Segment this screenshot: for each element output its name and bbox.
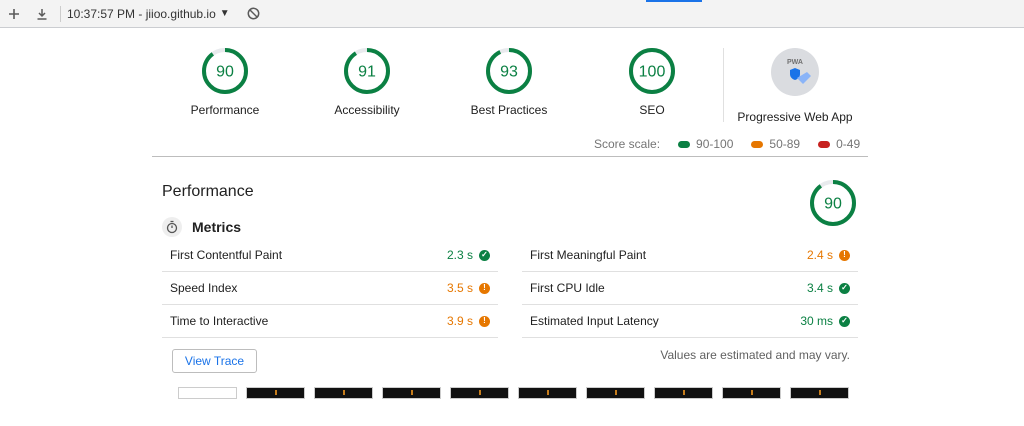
filmstrip-frame xyxy=(246,387,305,399)
metric-name: First CPU Idle xyxy=(530,281,605,295)
average-info-icon: ! xyxy=(479,315,490,327)
pass-check-icon: ✓ xyxy=(839,282,850,294)
performance-section-gauge: 90 xyxy=(809,179,857,232)
metric-name: Time to Interactive xyxy=(170,314,269,328)
filmstrip-frame xyxy=(790,387,849,399)
filmstrip xyxy=(178,387,849,399)
pwa-gauge[interactable]: PWA Progressive Web App xyxy=(735,48,855,124)
view-trace-button[interactable]: View Trace xyxy=(172,349,257,373)
svg-text:91: 91 xyxy=(358,63,376,80)
toolbar-divider xyxy=(60,5,61,22)
score-scale-label: Score scale: xyxy=(594,137,661,151)
performance-title: Performance xyxy=(162,183,254,200)
score-ring: 100 xyxy=(629,48,675,94)
metric-row: First Meaningful Paint 2.4 s ! xyxy=(522,239,858,272)
download-icon[interactable] xyxy=(28,0,56,28)
plus-icon[interactable] xyxy=(0,0,28,28)
scale-average-pill xyxy=(751,140,764,148)
metric-value-text: 2.4 s xyxy=(806,248,833,262)
metric-value: 3.5 s ! xyxy=(447,281,490,295)
score-scale: Score scale: 90-100 50-89 0-49 xyxy=(594,137,860,151)
caret-down-icon: ▼ xyxy=(219,8,230,19)
metric-name: First Contentful Paint xyxy=(170,248,283,262)
score-ring: 93 xyxy=(486,48,532,94)
estimate-note: Values are estimated and may vary. xyxy=(660,348,850,362)
active-tab-indicator xyxy=(646,0,702,2)
metric-value-text: 2.3 s xyxy=(446,248,473,262)
metrics-header: Metrics xyxy=(162,217,241,237)
report-label: 10:37:57 PM - jiioo.github.io xyxy=(67,6,216,21)
filmstrip-frame xyxy=(722,387,781,399)
metric-row: First CPU Idle 3.4 s ✓ xyxy=(522,272,858,305)
metric-row: Time to Interactive 3.9 s ! xyxy=(162,305,498,338)
gauge-seo[interactable]: 100 SEO xyxy=(592,47,712,117)
score-ring: 91 xyxy=(344,48,390,94)
pwa-divider xyxy=(723,48,724,122)
score-ring: 90 xyxy=(202,48,248,94)
average-info-icon: ! xyxy=(839,249,850,261)
scale-fail-pill xyxy=(818,140,831,148)
metric-name: Speed Index xyxy=(170,281,238,295)
gauge-best-practices[interactable]: 93 Best Practices xyxy=(449,47,569,117)
svg-text:90: 90 xyxy=(824,195,842,212)
gauge-label: Performance xyxy=(190,103,260,117)
performance-score-ring: 90 xyxy=(810,180,856,226)
filmstrip-frame xyxy=(586,387,645,399)
scale-fail-label: 0-49 xyxy=(836,137,861,151)
gauge-label: SEO xyxy=(639,103,665,117)
metric-value-text: 30 ms xyxy=(800,314,833,328)
pass-check-icon: ✓ xyxy=(839,315,850,327)
stopwatch-icon xyxy=(162,217,182,237)
metric-value: 3.4 s ✓ xyxy=(807,281,850,295)
metric-name: First Meaningful Paint xyxy=(530,248,647,262)
metrics-title: Metrics xyxy=(192,219,242,235)
metric-value: 3.9 s ! xyxy=(447,314,490,328)
gauge-performance[interactable]: 90 Performance xyxy=(165,47,285,117)
metric-value: 2.4 s ! xyxy=(807,248,850,262)
metric-row: First Contentful Paint 2.3 s ✓ xyxy=(162,239,498,272)
scale-pass-pill xyxy=(678,140,691,148)
pass-check-icon: ✓ xyxy=(479,249,490,261)
metric-value-text: 3.5 s xyxy=(446,281,473,295)
filmstrip-frame xyxy=(654,387,713,399)
metric-value-text: 3.4 s xyxy=(806,281,833,295)
metric-value: 2.3 s ✓ xyxy=(447,248,490,262)
devtools-toolbar: 10:37:57 PM - jiioo.github.io ▼ xyxy=(0,0,1024,28)
filmstrip-frame xyxy=(314,387,373,399)
pwa-label: Progressive Web App xyxy=(737,110,853,124)
report-selector[interactable]: 10:37:57 PM - jiioo.github.io ▼ xyxy=(67,7,234,21)
metric-value: 30 ms ✓ xyxy=(800,314,850,328)
svg-text:100: 100 xyxy=(639,63,666,80)
metric-name: Estimated Input Latency xyxy=(530,314,659,328)
average-info-icon: ! xyxy=(479,282,490,294)
svg-text:PWA: PWA xyxy=(787,59,803,66)
filmstrip-frame xyxy=(518,387,577,399)
gauge-label: Accessibility xyxy=(334,103,400,117)
pwa-badge-icon: PWA xyxy=(771,48,819,96)
metric-row: Estimated Input Latency 30 ms ✓ xyxy=(522,305,858,338)
block-icon[interactable] xyxy=(240,0,268,28)
svg-text:90: 90 xyxy=(216,63,234,80)
filmstrip-frame xyxy=(382,387,441,399)
svg-text:93: 93 xyxy=(500,63,518,80)
metric-row: Speed Index 3.5 s ! xyxy=(162,272,498,305)
scale-average-label: 50-89 xyxy=(769,137,801,151)
section-divider xyxy=(152,156,868,157)
metric-value-text: 3.9 s xyxy=(446,314,473,328)
scale-pass-label: 90-100 xyxy=(696,137,734,151)
gauge-label: Best Practices xyxy=(470,103,548,117)
filmstrip-frame xyxy=(450,387,509,399)
filmstrip-frame xyxy=(178,387,237,399)
gauge-accessibility[interactable]: 91 Accessibility xyxy=(307,47,427,117)
